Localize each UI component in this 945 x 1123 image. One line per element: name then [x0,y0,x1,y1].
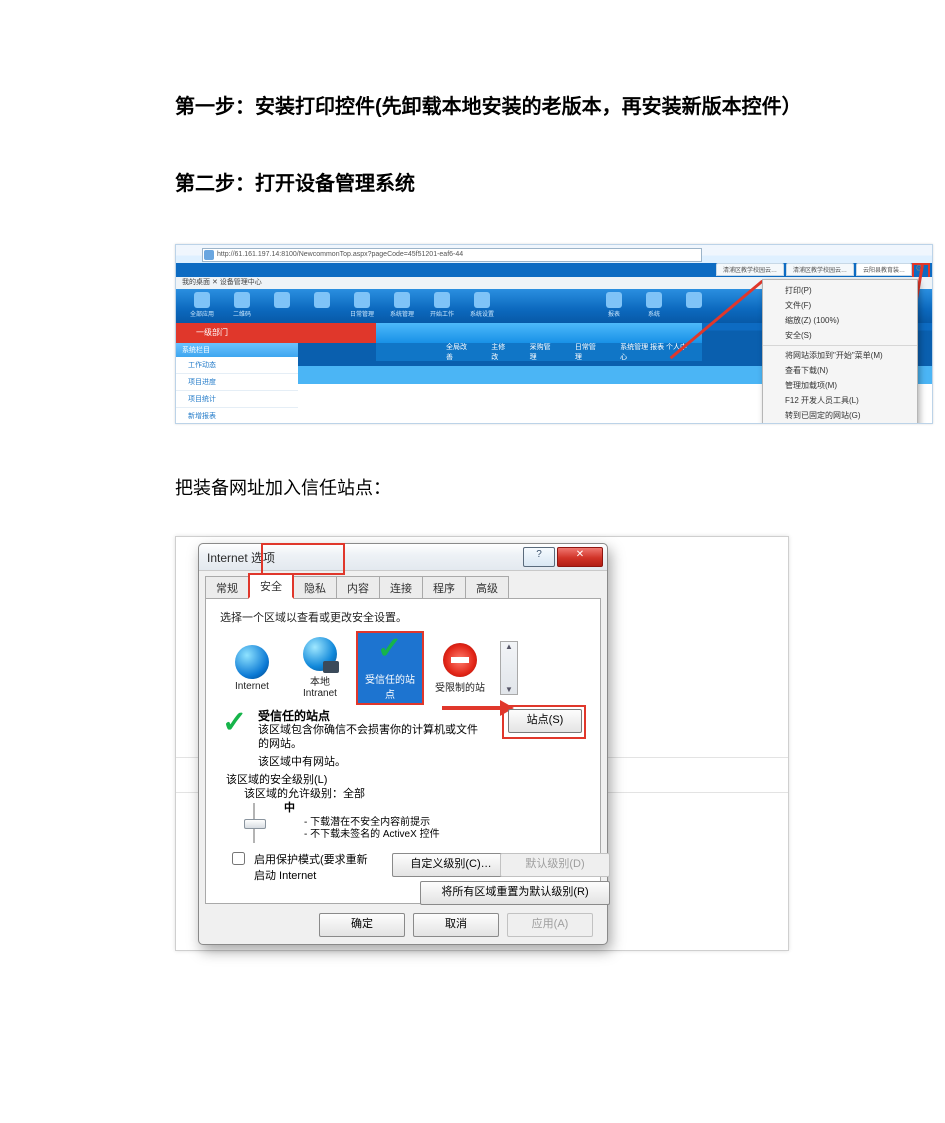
restricted-icon [443,643,477,677]
zone-internet[interactable]: Internet [220,645,284,692]
portal-banner [376,323,702,343]
portal-nav: 全局改善 主修改 采购管理 日常管理 系统管理 报表 个人中心 [376,343,702,361]
toolbar-button[interactable]: 二维码 [224,292,260,320]
menu-item-addons[interactable]: 管理加载项(M) [763,378,917,393]
sidebar-item[interactable]: 新增报表 [176,408,298,424]
tab-connections[interactable]: 连接 [379,576,423,599]
zone-intranet[interactable]: 本地Intranet [288,637,352,699]
tab-security[interactable]: 安全 [248,573,294,599]
dialog-title: Internet 选项 [207,549,521,566]
menu-item-safety[interactable]: 安全(S) [763,328,917,343]
tab-content[interactable]: 内容 [336,576,380,599]
security-level-medium: 中 [284,799,295,815]
toolbar-button[interactable]: 日常管理 [344,292,380,320]
zone-scrollbar[interactable]: ▲▼ [500,641,518,695]
zone-prompt: 选择一个区域以查看或更改安全设置。 [220,609,600,625]
security-tab-panel: 选择一个区域以查看或更改安全设置。 Internet 本地Intranet 受信… [205,598,601,904]
checkmark-icon: ✓ [222,705,247,740]
toolbar-button[interactable]: 系统管理 [384,292,420,320]
browser-tab[interactable]: 云阳县教育装… [856,263,912,276]
trusted-sites-note: 该区域中有网站。 [258,753,346,769]
ie-screenshot: http://61.161.197.14:8100/NewcommonTop.a… [175,244,933,424]
dialog-footer: 确定 取消 应用(A) [199,906,607,944]
browser-tab[interactable]: 清浦区教学校园云… [786,263,854,276]
zone-trusted[interactable]: 受信任的站点 [356,631,424,705]
nav-item[interactable]: 采购管理 [530,342,557,362]
toolbar-button[interactable]: 系统设置 [464,292,500,320]
globe-icon [235,645,269,679]
dialog-tabs: 常规 安全 隐私 内容 连接 程序 高级 [205,575,607,599]
menu-item-compat[interactable]: 兼容性视图设置(B) [763,423,917,424]
sidebar-item[interactable]: 项目统计 [176,391,298,408]
menu-item-pinned[interactable]: 转到已固定的网站(G) [763,408,917,423]
toolbar-button[interactable]: 报表 [596,292,632,320]
menu-item-add-start[interactable]: 将网站添加到"开始"菜单(M) [763,345,917,363]
sidebar-item[interactable]: 工作动态 [176,357,298,374]
tab-advanced[interactable]: 高级 [465,576,509,599]
menu-item-zoom[interactable]: 缩放(Z) (100%) [763,313,917,328]
checkmark-icon [373,635,407,669]
toolbar-button[interactable]: 全部应用 [184,292,220,320]
toolbar-button[interactable] [676,292,712,320]
reset-all-button[interactable]: 将所有区域重置为默认级别(R) [420,881,610,905]
protected-mode-label: 启用保护模式(要求重新启动 Internet [254,851,368,883]
menu-item-f12[interactable]: F12 开发人员工具(L) [763,393,917,408]
zone-restricted[interactable]: 受限制的站 [428,643,492,694]
security-slider[interactable] [244,803,264,843]
browser-tab[interactable]: 清浦区教学校园云… [716,263,784,276]
tab-general[interactable]: 常规 [205,576,249,599]
toolbar-button[interactable]: 开始工作 [424,292,460,320]
help-button[interactable]: ? [523,547,555,567]
sidebar-item[interactable]: 项目进度 [176,374,298,391]
tab-privacy[interactable]: 隐私 [293,576,337,599]
close-button[interactable]: ✕ [557,547,603,567]
trusted-sites-description: 该区域包含你确信不会损害你的计算机或文件的网站。 [258,723,488,751]
menu-item-downloads[interactable]: 查看下载(N) [763,363,917,378]
internet-options-dialog: Internet 选项 ? ✕ 常规 安全 隐私 内容 连接 程序 高级 选择一… [198,543,608,945]
trusted-sites-heading: 受信任的站点 [258,707,330,724]
security-allowed-label: 该区域的允许级别：全部 [244,785,365,801]
cancel-button[interactable]: 取消 [413,913,499,937]
security-detail: - 不下载未签名的 ActiveX 控件 [304,825,440,840]
ok-button[interactable]: 确定 [319,913,405,937]
toolbar-button[interactable]: 系统 [636,292,672,320]
nav-item[interactable]: 主修改 [491,342,511,362]
apply-button[interactable]: 应用(A) [507,913,593,937]
address-bar[interactable]: http://61.161.197.14:8100/NewcommonTop.a… [202,248,702,262]
nav-right[interactable]: 系统管理 报表 个人中心 [620,342,692,362]
sidebar: 系统栏目 工作动态 项目进度 项目统计 新增报表 [176,343,298,424]
nav-item[interactable]: 全局改善 [446,342,473,362]
nav-item[interactable]: 日常管理 [575,342,602,362]
step1-heading: 第一步：安装打印控件(先卸载本地安装的老版本，再安装新版本控件） [175,90,945,119]
menu-item-print[interactable]: 打印(P) [763,283,917,298]
custom-level-button[interactable]: 自定义级别(C)… [392,853,510,877]
protected-mode-checkbox[interactable] [232,852,245,865]
internet-options-screenshot: Internet 选项 ? ✕ 常规 安全 隐私 内容 连接 程序 高级 选择一… [175,536,789,951]
menu-item-file[interactable]: 文件(F) [763,298,917,313]
portal-header: 一级部门 [176,323,396,343]
tab-programs[interactable]: 程序 [422,576,466,599]
tools-menu: 打印(P) 文件(F) 缩放(Z) (100%) 安全(S) 将网站添加到"开始… [762,279,918,424]
dialog-titlebar: Internet 选项 ? ✕ [199,544,607,571]
trust-instruction: 把装备网址加入信任站点： [175,474,945,500]
toolbar-button[interactable] [304,292,340,320]
toolbar-button[interactable] [264,292,300,320]
intranet-icon [303,637,337,671]
default-level-button[interactable]: 默认级别(D) [500,853,610,877]
sites-button[interactable]: 站点(S) [508,709,582,733]
browser-tabs: 清浦区教学校园云… 清浦区教学校园云… 云阳县教育装… [716,263,912,276]
step2-heading: 第二步：打开设备管理系统 [175,167,945,196]
sidebar-header: 系统栏目 [176,343,298,357]
